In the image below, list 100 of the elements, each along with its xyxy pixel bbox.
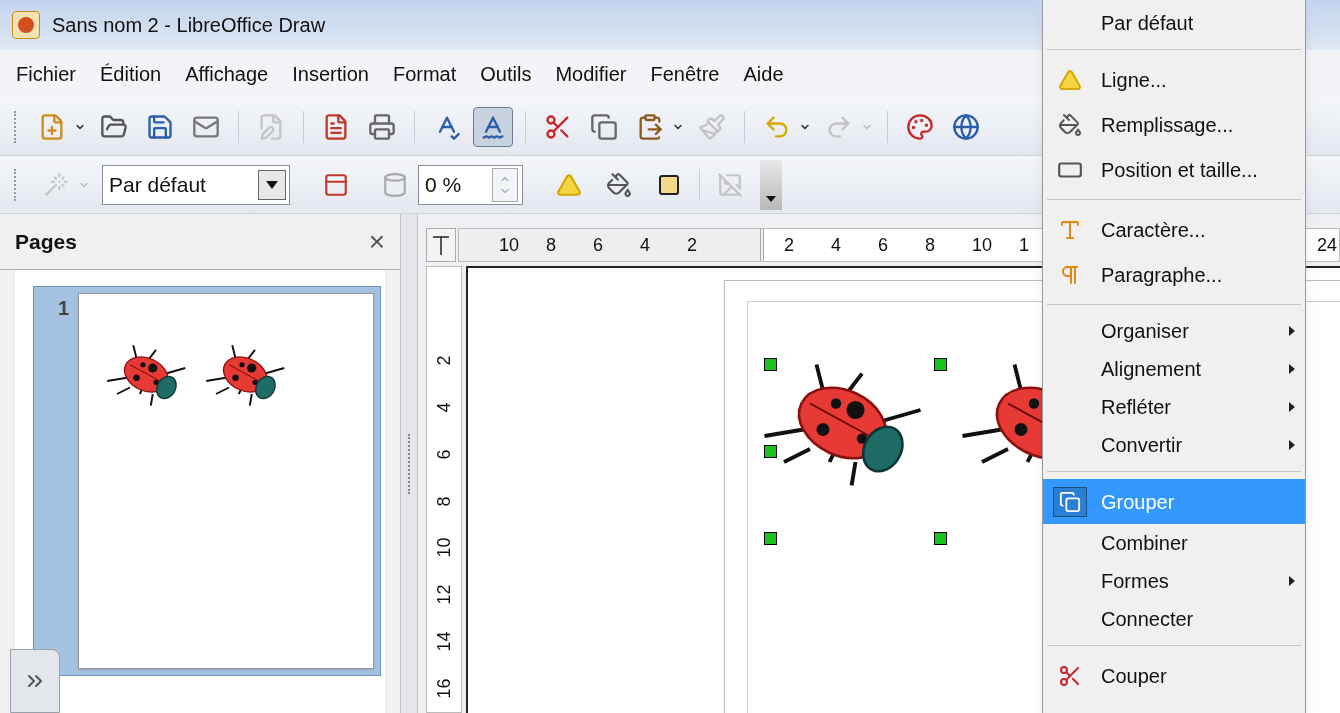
context-menu-item[interactable]: Ligne... <box>1043 57 1305 102</box>
menu-item-label: Formes <box>1101 569 1170 594</box>
submenu-arrow-icon <box>1289 402 1295 412</box>
ruler-label: 8 <box>546 233 557 257</box>
ruler-corner-icon <box>426 228 456 262</box>
menu-item[interactable]: Édition <box>96 59 166 89</box>
menu-item[interactable]: Outils <box>476 59 536 89</box>
cylinder-icon <box>382 171 408 198</box>
ruler-label: 6 <box>878 233 889 257</box>
close-button[interactable]: × <box>368 227 385 256</box>
context-menu-item[interactable]: Convertir <box>1043 426 1305 464</box>
ruler-label: 2 <box>784 233 795 257</box>
caret-icon <box>766 195 776 202</box>
menu-item-label: Paragraphe... <box>1101 262 1224 288</box>
toolbar-overflow-button[interactable] <box>760 159 782 210</box>
menu-item-label: Convertir <box>1101 433 1184 458</box>
menu-item[interactable]: Fichier <box>12 59 80 89</box>
paint-bucket-icon <box>606 171 632 198</box>
selection-handle[interactable] <box>764 445 777 458</box>
context-menu-item[interactable]: Formes <box>1043 562 1305 600</box>
context-menu-item[interactable]: Paragraphe... <box>1043 252 1305 297</box>
menu-item-label: Organiser <box>1101 319 1190 344</box>
ruler-label: 10 <box>972 233 994 257</box>
cone-icon <box>556 171 582 198</box>
menu-item-label: Position et taille... <box>1101 157 1259 183</box>
selection-handle[interactable] <box>764 358 777 371</box>
square-icon <box>657 172 681 197</box>
menu-item[interactable]: Format <box>388 59 461 89</box>
selection-handle[interactable] <box>764 532 777 545</box>
context-menu-item[interactable]: Alignement <box>1043 350 1305 388</box>
menu-item-label: Alignement <box>1101 357 1203 382</box>
context-menu-item[interactable]: Connecter <box>1043 600 1305 638</box>
ruler-label: 6 <box>593 233 604 257</box>
scissors-icon <box>1058 663 1082 688</box>
wand-icon <box>43 171 69 198</box>
copy-icon <box>590 112 618 141</box>
submenu-arrow-icon <box>1289 326 1295 336</box>
submenu-arrow-icon <box>1289 576 1295 586</box>
expand-button[interactable] <box>10 649 60 713</box>
menu-item[interactable]: Affichage <box>181 59 273 89</box>
menu-item-label: Remplissage... <box>1101 112 1235 138</box>
context-menu-item[interactable]: Couper <box>1043 653 1305 698</box>
ruler-label: 1 <box>1019 233 1030 257</box>
ruler-label: 4 <box>439 401 449 415</box>
menu-item-label: Ligne... <box>1101 67 1168 93</box>
menu-item-label: Par défaut <box>1101 11 1195 36</box>
menu-item[interactable]: Insertion <box>288 59 373 89</box>
context-menu-item[interactable]: Caractère... <box>1043 207 1305 252</box>
cone-icon <box>1058 67 1082 92</box>
style-dropdown[interactable]: Par défaut <box>102 164 290 205</box>
page-thumbnail[interactable]: 1 <box>33 286 381 676</box>
ruler-label: 2 <box>687 233 698 257</box>
menu-item-label: Grouper <box>1101 489 1176 515</box>
ruler-label: 2 <box>439 354 449 368</box>
menu-item[interactable]: Aide <box>739 59 788 89</box>
style-value: Par défaut <box>109 171 206 198</box>
menu-item-label: Combiner <box>1101 531 1189 556</box>
globe-icon <box>952 112 980 141</box>
ruler-label: 8 <box>439 495 449 509</box>
ruler-label: 16 <box>434 677 454 701</box>
paintbrush-icon <box>698 112 726 141</box>
context-menu-item[interactable]: Par défaut <box>1043 4 1305 42</box>
pane-title: Pages <box>15 228 77 255</box>
window-title: Sans nom 2 - LibreOffice Draw <box>52 13 326 38</box>
context-menu-item[interactable]: Position et taille... <box>1043 147 1305 192</box>
area-style-icon <box>323 171 349 198</box>
context-menu-item[interactable]: Combiner <box>1043 524 1305 562</box>
group-icon <box>1059 490 1081 513</box>
ruler-label: 14 <box>434 630 454 654</box>
chart-icon <box>906 112 934 141</box>
menu-item-label: Caractère... <box>1101 217 1207 243</box>
ruler-label: 10 <box>499 233 521 257</box>
submenu-arrow-icon <box>1289 364 1295 374</box>
ruler-label: 4 <box>640 233 651 257</box>
transparency-field[interactable]: 0 % <box>418 164 523 205</box>
printer-icon <box>368 112 396 141</box>
paint-bucket-icon <box>1058 112 1082 137</box>
ruler-label: 10 <box>434 536 454 560</box>
context-menu-item[interactable]: Remplissage... <box>1043 102 1305 147</box>
spin-buttons-icon <box>492 167 518 202</box>
save-icon <box>146 112 174 141</box>
menu-item[interactable]: Fenêtre <box>646 59 724 89</box>
menu-item-label: Connecter <box>1101 607 1195 632</box>
context-menu-item[interactable]: Refléter <box>1043 388 1305 426</box>
app-logo-icon <box>12 11 40 39</box>
image-icon <box>717 171 743 198</box>
menu-item[interactable]: Modifier <box>551 59 631 89</box>
ruler-label: 12 <box>434 583 454 607</box>
menu-item-label: Couper <box>1101 663 1168 689</box>
menu-item-label: Refléter <box>1101 395 1173 420</box>
selection-handle[interactable] <box>934 532 947 545</box>
splitter-handle[interactable] <box>400 214 418 713</box>
context-menu-item[interactable]: Organiser <box>1043 312 1305 350</box>
ruler-label: 4 <box>831 233 842 257</box>
selection-handle[interactable] <box>934 358 947 371</box>
ruler-label: 24 <box>1316 233 1337 257</box>
page-number: 1 <box>56 296 70 321</box>
ruler-label: 8 <box>925 233 936 257</box>
transparency-value: 0 % <box>425 171 462 198</box>
ruler-label: 6 <box>439 448 449 462</box>
